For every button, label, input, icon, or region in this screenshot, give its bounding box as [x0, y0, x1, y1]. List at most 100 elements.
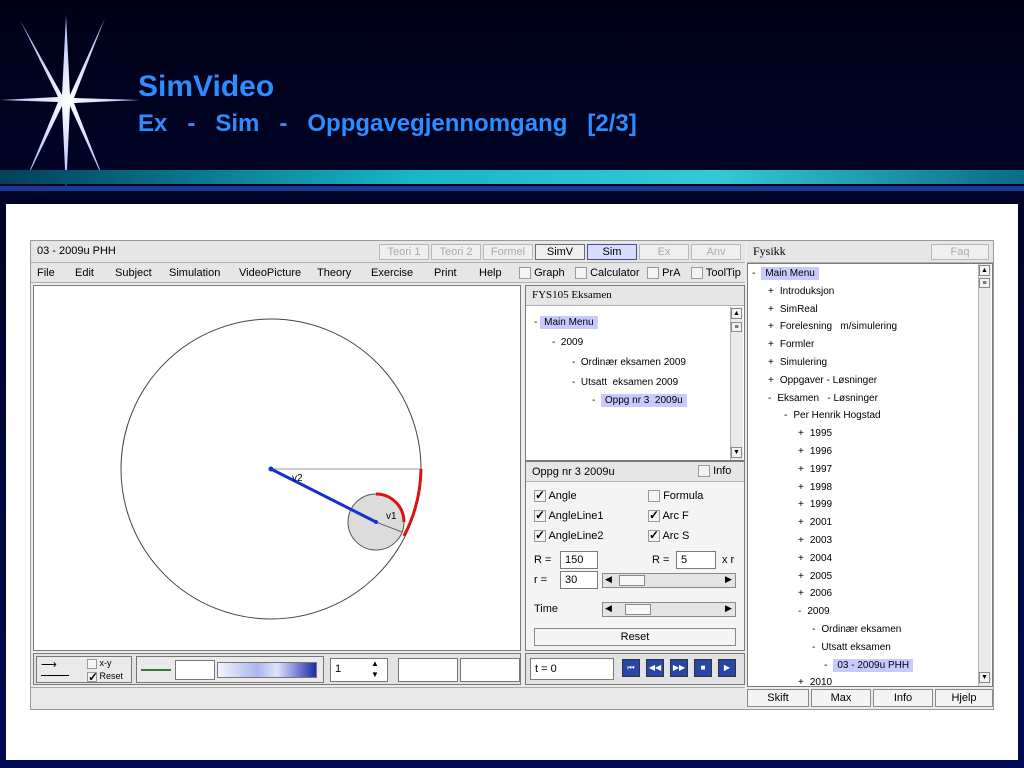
nav-tree-item[interactable]: + SimReal	[768, 304, 818, 315]
scroll-thumb[interactable]: ≡	[979, 278, 990, 288]
tab-faq[interactable]: Faq	[931, 244, 989, 260]
nav-tree-toggle[interactable]: -	[752, 268, 755, 279]
slider-thumb[interactable]	[619, 575, 645, 586]
option-arc-s[interactable]: Arc S	[648, 528, 689, 543]
reset-checkbox[interactable]	[87, 670, 98, 684]
nav-tree-toggle[interactable]: +	[798, 517, 804, 528]
nav-scrollbar[interactable]: ▲ ≡ ▼	[978, 264, 991, 686]
stop-icon[interactable]: ■	[694, 659, 712, 677]
calculator-checkbox[interactable]	[575, 267, 587, 280]
exam-scrollbar[interactable]: ▲ ≡ ▼	[730, 307, 743, 460]
nav-tree-item[interactable]: - Ordinær eksamen	[812, 624, 901, 635]
tab-teori1[interactable]: Teori 1	[379, 244, 429, 260]
skift-button[interactable]: Skift	[747, 689, 809, 707]
nav-tree-item[interactable]: -2009	[798, 606, 830, 617]
nav-tree-toggle[interactable]: +	[798, 588, 804, 599]
toggle-calculator[interactable]: Calculator	[575, 267, 640, 280]
nav-tree-toggle[interactable]: -	[824, 660, 827, 671]
nav-tree-item[interactable]: -03 - 2009u PHH	[824, 658, 914, 672]
angle-checkbox[interactable]	[534, 488, 546, 503]
R2-input[interactable]: 5	[676, 551, 716, 569]
play-icon[interactable]: ▶	[718, 659, 736, 677]
scroll-down-icon[interactable]: ▼	[731, 447, 742, 458]
nav-tree-toggle[interactable]: +	[768, 339, 774, 350]
nav-tree-toggle[interactable]: +	[798, 446, 804, 457]
nav-tree-item[interactable]: - Per Henrik Hogstad	[784, 410, 881, 421]
nav-tree-toggle[interactable]: +	[798, 535, 804, 546]
tooltip-checkbox[interactable]	[691, 267, 703, 280]
menu-edit[interactable]: Edit	[75, 267, 94, 279]
nav-tree-toggle[interactable]: +	[798, 499, 804, 510]
nav-tree-toggle[interactable]: +	[798, 553, 804, 564]
info-button[interactable]: Info	[873, 689, 933, 707]
xy-toggle[interactable]: x-y	[87, 658, 112, 669]
exam-tree-item-ordinaer[interactable]: - Ordinær eksamen 2009	[572, 357, 686, 368]
tab-ex[interactable]: Ex	[639, 244, 689, 260]
nav-tree-item[interactable]: + Introduksjon	[768, 286, 834, 297]
nav-tree-toggle[interactable]: -	[798, 606, 801, 617]
exam-tree-item-main-menu[interactable]: - Main Menu	[534, 316, 598, 329]
max-button[interactable]: Max	[811, 689, 871, 707]
option-angleline2[interactable]: AngleLine2	[534, 528, 604, 543]
menu-simulation[interactable]: Simulation	[169, 267, 220, 279]
nav-tree-item[interactable]: +2001	[798, 517, 832, 528]
nav-tree-item[interactable]: +1995	[798, 428, 832, 439]
nav-tree-item[interactable]: + Forelesning m/simulering	[768, 321, 897, 332]
zoom-handle-icon[interactable]	[141, 669, 171, 671]
nav-tree-item[interactable]: +1999	[798, 499, 832, 510]
xy-checkbox[interactable]	[87, 658, 97, 669]
nav-tree-item[interactable]: + Oppgaver - Løsninger	[768, 375, 877, 386]
angleline1-checkbox[interactable]	[534, 508, 546, 523]
simulation-canvas[interactable]: v2 v1	[33, 285, 521, 651]
menu-exercise[interactable]: Exercise	[371, 267, 413, 279]
pra-checkbox[interactable]	[647, 267, 659, 280]
zoom-control[interactable]	[136, 656, 324, 683]
nav-tree-item[interactable]: +2006	[798, 588, 832, 599]
spinner[interactable]: 1 ▲ ▼	[330, 658, 388, 682]
nav-tree-toggle[interactable]: +	[798, 677, 804, 688]
angleline2-checkbox[interactable]	[534, 528, 546, 543]
forward-icon[interactable]: ▶▶	[670, 659, 688, 677]
slider-left-icon[interactable]: ◀	[605, 603, 612, 614]
rewind-start-icon[interactable]: ⏮	[622, 659, 640, 677]
tab-anv[interactable]: Anv	[691, 244, 741, 260]
exam-tree-item-2009[interactable]: - 2009	[552, 337, 583, 348]
nav-tree-item[interactable]: +2005	[798, 571, 832, 582]
nav-tree-toggle[interactable]: +	[768, 357, 774, 368]
nav-tree-item[interactable]: +2003	[798, 535, 832, 546]
nav-tree-item[interactable]: +1997	[798, 464, 832, 475]
option-formula[interactable]: Formula	[648, 490, 703, 503]
R-input[interactable]: 150	[560, 551, 598, 569]
nav-tree-item[interactable]: +2004	[798, 553, 832, 564]
nav-tree-toggle[interactable]: -	[812, 624, 815, 635]
scroll-thumb[interactable]: ≡	[731, 322, 742, 332]
formula-checkbox[interactable]	[648, 490, 660, 503]
exam-tree-item-oppg3[interactable]: - Oppg nr 3 2009u	[592, 394, 687, 407]
nav-tree-item[interactable]: + Simulering	[768, 357, 827, 368]
nav-tree-toggle[interactable]: +	[768, 286, 774, 297]
nav-tree-toggle[interactable]: -	[812, 642, 815, 653]
exam-tree-item-utsatt[interactable]: - Utsatt eksamen 2009	[572, 377, 678, 388]
nav-tree-toggle[interactable]: -	[768, 393, 771, 404]
toggle-graph[interactable]: Graph	[519, 267, 565, 280]
nav-tree-toggle[interactable]: -	[784, 410, 787, 421]
menu-print[interactable]: Print	[434, 267, 457, 279]
rewind-icon[interactable]: ◀◀	[646, 659, 664, 677]
tab-teori2[interactable]: Teori 2	[431, 244, 481, 260]
info-checkbox[interactable]	[698, 465, 710, 478]
nav-tree-toggle[interactable]: +	[768, 375, 774, 386]
arc-f-checkbox[interactable]	[648, 508, 660, 523]
tab-formel[interactable]: Formel	[483, 244, 533, 260]
nav-tree-item[interactable]: +1998	[798, 482, 832, 493]
tab-sim[interactable]: Sim	[587, 244, 637, 260]
r-input[interactable]: 30	[560, 571, 598, 589]
toggle-pra[interactable]: PrA	[647, 267, 680, 280]
nav-tree-item[interactable]: - Utsatt eksamen	[812, 642, 891, 653]
hjelp-button[interactable]: Hjelp	[935, 689, 993, 707]
slider-left-icon[interactable]: ◀	[605, 574, 612, 585]
option-angle[interactable]: Angle	[534, 488, 577, 503]
slider-thumb[interactable]	[625, 604, 651, 615]
tab-simv[interactable]: SimV	[535, 244, 585, 260]
r-slider[interactable]: ◀ ▶	[602, 573, 736, 588]
nav-tree-toggle[interactable]: +	[798, 482, 804, 493]
